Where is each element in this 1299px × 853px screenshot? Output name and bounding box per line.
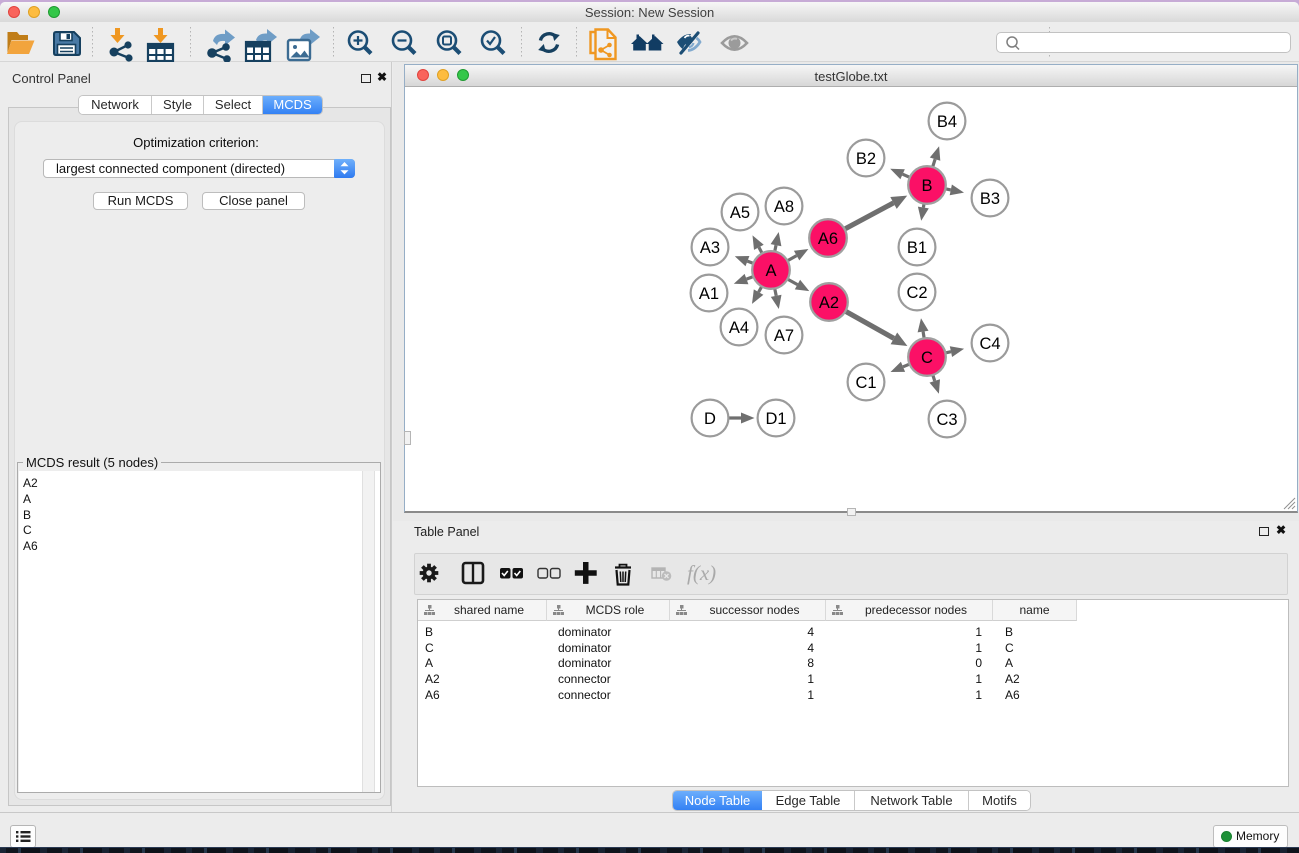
svg-text:f(x): f(x) [687, 561, 716, 585]
svg-text:C: C [921, 349, 933, 367]
svg-text:A5: A5 [730, 204, 750, 222]
svg-text:C3: C3 [936, 411, 957, 429]
svg-text:A7: A7 [774, 327, 794, 345]
svg-text:A3: A3 [700, 239, 720, 257]
svg-text:B: B [921, 177, 932, 195]
svg-text:A4: A4 [729, 319, 749, 337]
svg-text:C2: C2 [906, 284, 927, 302]
svg-text:A6: A6 [818, 230, 838, 248]
svg-text:A1: A1 [699, 285, 719, 303]
svg-text:B1: B1 [907, 239, 927, 257]
svg-text:B4: B4 [937, 113, 957, 131]
svg-text:D1: D1 [765, 410, 786, 428]
svg-text:C4: C4 [979, 335, 1000, 353]
svg-text:A8: A8 [774, 198, 794, 216]
svg-text:B2: B2 [856, 150, 876, 168]
svg-text:B3: B3 [980, 190, 1000, 208]
svg-text:A: A [765, 262, 776, 280]
svg-text:D: D [704, 410, 716, 428]
svg-text:A2: A2 [819, 294, 839, 312]
svg-text:C1: C1 [855, 374, 876, 392]
